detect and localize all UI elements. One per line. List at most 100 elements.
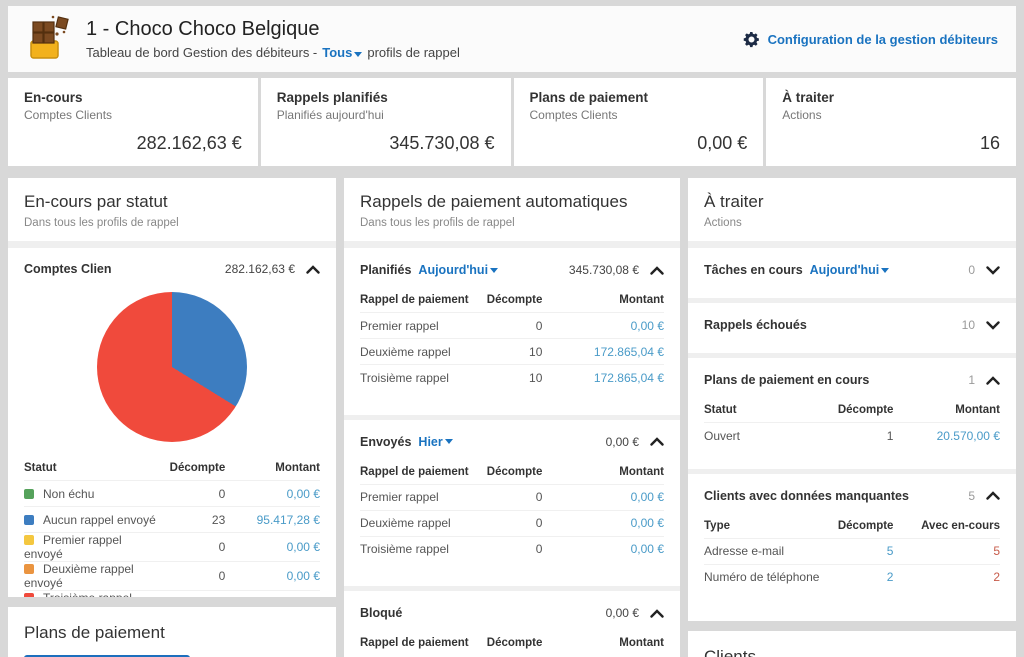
section-count: 0: [968, 263, 975, 277]
table-row[interactable]: Premier rappel00,00 €: [360, 484, 664, 510]
col-montant: Montant: [225, 456, 320, 481]
legend-swatch: [24, 515, 34, 525]
table-row[interactable]: Non échu 0 0,00 €: [24, 481, 320, 507]
card-title: Plans de paiement: [24, 623, 320, 643]
section-label: Envoyés: [360, 435, 411, 449]
section-rappels-echoues: Rappels échoués 10: [688, 298, 1016, 353]
kpi-plans-de-paiement[interactable]: Plans de paiement Comptes Clients 0,00 €: [514, 78, 764, 166]
envoyes-table: Rappel de paiement Décompte Montant Prem…: [360, 460, 664, 563]
period-dropdown[interactable]: Aujourd'hui: [810, 263, 890, 277]
top-bar: 1 - Choco Choco Belgique Tableau de bord…: [8, 6, 1016, 72]
section-header[interactable]: Clients avec données manquantes 5: [704, 476, 1000, 514]
gear-icon: [742, 30, 761, 49]
period-dropdown[interactable]: Hier: [418, 435, 452, 449]
section-plans-en-cours: Plans de paiement en cours 1 Statut Déco…: [688, 353, 1016, 469]
table-header-row: Rappel de paiement Décompte Montant: [360, 631, 664, 655]
kpi-a-traiter[interactable]: À traiter Actions 16: [766, 78, 1016, 166]
table-row[interactable]: Troisième rappel10172.865,04 €: [360, 365, 664, 391]
chevron-up-icon[interactable]: [650, 437, 664, 446]
kpi-subtitle: Comptes Clients: [530, 108, 748, 122]
section-label: Rappels échoués: [704, 318, 807, 332]
section-header[interactable]: Bloqué 0,00 €: [360, 593, 664, 631]
kpi-rappels-planifies[interactable]: Rappels planifiés Planifiés aujourd'hui …: [261, 78, 511, 166]
legend-swatch: [24, 489, 34, 499]
section-planifies: Planifiés Aujourd'hui 345.730,08 € Rappe…: [344, 248, 680, 415]
chevron-up-icon[interactable]: [306, 265, 320, 274]
missing-data-table: Type Décompte Avec en-cours Adresse e-ma…: [704, 514, 1000, 591]
card-subtitle: Dans tous les profils de rappel: [360, 217, 664, 229]
planifies-table: Rappel de paiement Décompte Montant Prem…: [360, 288, 664, 391]
chevron-down-icon: [445, 439, 453, 444]
section-amount: 0,00 €: [606, 435, 639, 449]
kpi-subtitle: Actions: [782, 108, 1000, 122]
kpi-row: En-cours Comptes Clients 282.162,63 € Ra…: [8, 78, 1016, 166]
table-header-row: Rappel de paiement Décompte Montant: [360, 460, 664, 485]
chocolate-bar-icon: [26, 14, 72, 64]
payment-plans-card: Plans de paiement Calendrier de paiement: [8, 607, 336, 657]
chevron-down-icon[interactable]: [986, 321, 1000, 330]
table-row[interactable]: Ouvert 1 20.570,00 €: [704, 423, 1000, 449]
configuration-link[interactable]: Configuration de la gestion débiteurs: [742, 30, 998, 49]
auto-reminders-card: Rappels de paiement automatiques Dans to…: [344, 178, 680, 657]
section-bloque: Bloqué 0,00 € Rappel de paiement Décompt…: [344, 586, 680, 657]
chevron-down-icon[interactable]: [986, 266, 1000, 275]
kpi-subtitle: Planifiés aujourd'hui: [277, 108, 495, 122]
kpi-en-cours[interactable]: En-cours Comptes Clients 282.162,63 €: [8, 78, 258, 166]
kpi-value: 0,00 €: [530, 133, 748, 154]
chevron-up-icon[interactable]: [986, 376, 1000, 385]
bloque-table: Rappel de paiement Décompte Montant: [360, 631, 664, 655]
section-label: Plans de paiement en cours: [704, 373, 869, 387]
legend-swatch: [24, 535, 34, 545]
card-title: En-cours par statut: [24, 192, 320, 212]
chevron-up-icon[interactable]: [986, 491, 1000, 500]
breadcrumb: Tableau de bord Gestion des débiteurs - …: [86, 45, 460, 60]
section-amount: 0,00 €: [606, 606, 639, 620]
table-row[interactable]: Deuxième rappel10172.865,04 €: [360, 339, 664, 365]
card-title: Rappels de paiement automatiques: [360, 192, 664, 212]
section-header[interactable]: Plans de paiement en cours 1: [704, 360, 1000, 398]
table-row[interactable]: Deuxième rappel00,00 €: [360, 510, 664, 536]
table-row[interactable]: Adresse e-mail 5 5: [704, 538, 1000, 564]
section-header[interactable]: Planifiés Aujourd'hui 345.730,08 €: [360, 250, 664, 288]
breadcrumb-suffix: profils de rappel: [367, 45, 460, 60]
table-header-row: Type Décompte Avec en-cours: [704, 514, 1000, 539]
table-row[interactable]: Numéro de téléphone 2 2: [704, 564, 1000, 590]
card-title: Clients: [704, 647, 1000, 657]
chevron-down-icon: [354, 52, 362, 57]
table-row[interactable]: Troisième rappel envoyé 9 186.745,35 €: [24, 591, 320, 598]
kpi-value: 16: [782, 133, 1000, 154]
breadcrumb-text: Tableau de bord Gestion des débiteurs -: [86, 45, 317, 60]
profile-filter-dropdown[interactable]: Tous: [322, 45, 362, 60]
kpi-title: En-cours: [24, 90, 242, 105]
table-header-row: Statut Décompte Montant: [704, 398, 1000, 423]
table-row[interactable]: Premier rappel envoyé 0 0,00 €: [24, 533, 320, 562]
page-title: 1 - Choco Choco Belgique: [86, 18, 460, 41]
status-table: Statut Décompte Montant Non échu 0 0,00 …: [24, 456, 320, 597]
section-header[interactable]: Envoyés Hier 0,00 €: [360, 422, 664, 460]
actions-card: À traiter Actions Tâches en cours Aujour…: [688, 178, 1016, 621]
section-count: 5: [968, 489, 975, 503]
table-row[interactable]: Premier rappel00,00 €: [360, 313, 664, 339]
status-group-header[interactable]: Comptes Clien 282.162,63 €: [24, 248, 320, 286]
section-label: Tâches en cours: [704, 263, 803, 277]
section-header[interactable]: Tâches en cours Aujourd'hui 0: [704, 250, 1000, 288]
plans-table: Statut Décompte Montant Ouvert 1 20.570,…: [704, 398, 1000, 449]
table-row[interactable]: Deuxième rappel envoyé 0 0,00 €: [24, 562, 320, 591]
legend-swatch: [24, 593, 34, 597]
kpi-value: 282.162,63 €: [24, 133, 242, 154]
table-row[interactable]: Aucun rappel envoyé 23 95.417,28 €: [24, 507, 320, 533]
table-row[interactable]: Troisième rappel00,00 €: [360, 536, 664, 562]
legend-swatch: [24, 564, 34, 574]
reminders-card-header: Rappels de paiement automatiques Dans to…: [344, 178, 680, 248]
chevron-down-icon: [490, 268, 498, 273]
card-subtitle: Actions: [704, 217, 1000, 229]
chevron-up-icon[interactable]: [650, 609, 664, 618]
section-amount: 345.730,08 €: [569, 263, 639, 277]
section-label: Bloqué: [360, 606, 402, 620]
section-header[interactable]: Rappels échoués 10: [704, 305, 1000, 343]
kpi-subtitle: Comptes Clients: [24, 108, 242, 122]
col-decompte: Décompte: [160, 456, 225, 481]
chevron-up-icon[interactable]: [650, 266, 664, 275]
section-taches-en-cours: Tâches en cours Aujourd'hui 0: [688, 248, 1016, 298]
period-dropdown[interactable]: Aujourd'hui: [418, 263, 498, 277]
